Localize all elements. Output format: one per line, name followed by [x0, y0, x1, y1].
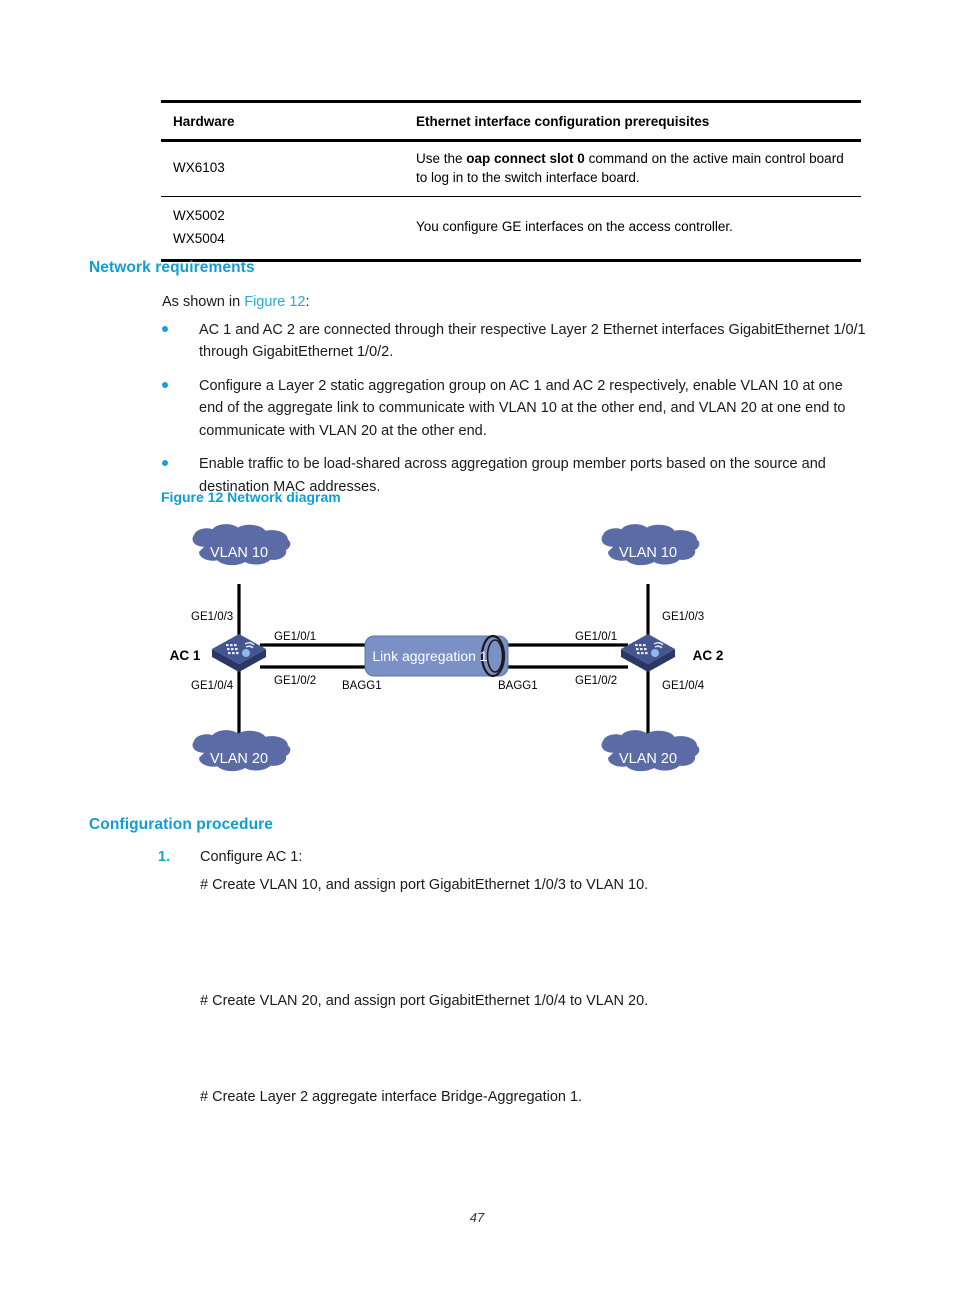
aggregation-label: Link aggregation 1 — [372, 648, 487, 664]
cloud-right-vlan20-label: VLAN 20 — [619, 751, 677, 767]
cloud-left-vlan10-label: VLAN 10 — [210, 545, 268, 561]
figure-caption: Figure 12 Network diagram — [161, 489, 341, 505]
prereq-text-before: Use the — [416, 150, 467, 166]
procedure-note: # Create VLAN 20, and assign port Gigabi… — [200, 993, 649, 1009]
label-left-ge1-0-3: GE1/0/3 — [191, 611, 233, 623]
hardware-prerequisites-table: Hardware Ethernet interface configuratio… — [161, 100, 861, 262]
list-item-text: Configure a Layer 2 static aggregation g… — [199, 377, 846, 439]
label-left-bagg1: BAGG1 — [342, 680, 382, 692]
hardware-model: WX5002 — [173, 207, 225, 223]
label-left-ge1-0-1: GE1/0/1 — [274, 631, 316, 643]
label-right-ge1-0-3: GE1/0/3 — [662, 611, 704, 623]
prereq-command: oap connect slot 0 — [466, 150, 585, 166]
list-item: AC 1 and AC 2 are connected through thei… — [162, 319, 868, 364]
hardware-model: WX6103 — [173, 160, 225, 176]
page-number: 47 — [469, 1210, 485, 1225]
label-right-bagg1: BAGG1 — [498, 680, 538, 692]
intro-line: As shown in Figure 12: — [162, 291, 310, 313]
bullet-dot-icon — [162, 381, 168, 388]
step-number: 1. — [158, 849, 171, 865]
network-diagram: Link aggregation 1 VLAN 10 VLAN 20 VLAN … — [150, 512, 770, 802]
intro-prefix: As shown in — [162, 294, 245, 310]
step-label: Configure AC 1: — [200, 849, 303, 865]
table-row: WX5002 WX5004 You configure GE interface… — [161, 196, 861, 261]
device-label-ac2: AC 2 — [693, 648, 724, 663]
table-cell-hardware: WX5002 WX5004 — [161, 196, 404, 260]
table-cell-prerequisite: Use the oap connect slot 0 command on th… — [404, 140, 861, 196]
figure-cross-reference-link[interactable]: Figure 12 — [244, 294, 305, 310]
list-item: 1. Configure AC 1: — [158, 847, 858, 869]
ac-controller-icon-right — [621, 634, 675, 672]
table-row: WX6103 Use the oap connect slot 0 comman… — [161, 140, 861, 197]
table-header: Hardware Ethernet interface configuratio… — [161, 101, 861, 141]
list-item-text: AC 1 and AC 2 are connected through thei… — [199, 322, 866, 361]
label-left-ge1-0-2: GE1/0/2 — [274, 675, 316, 687]
device-label-ac1: AC 1 — [170, 648, 201, 663]
configuration-procedure-list: 1. Configure AC 1: — [158, 847, 858, 869]
bullet-dot-icon — [162, 460, 168, 467]
list-item: Configure a Layer 2 static aggregation g… — [162, 375, 868, 442]
table-cell-hardware: WX6103 — [161, 140, 404, 196]
section-heading-network-requirements: Network requirements — [89, 259, 255, 276]
bullet-dot-icon — [162, 326, 168, 332]
cloud-right-vlan10-label: VLAN 10 — [619, 545, 677, 561]
ac-controller-icon-left — [212, 634, 266, 672]
procedure-note: # Create Layer 2 aggregate interface Bri… — [200, 1089, 583, 1105]
label-right-ge1-0-2: GE1/0/2 — [575, 675, 617, 687]
section-heading-configuration-procedure: Configuration procedure — [89, 816, 273, 833]
procedure-note: # Create VLAN 10, and assign port Gigabi… — [200, 877, 649, 893]
label-right-ge1-0-1: GE1/0/1 — [575, 631, 617, 643]
intro-suffix: : — [305, 294, 310, 310]
label-left-ge1-0-4: GE1/0/4 — [191, 680, 234, 692]
cloud-left-vlan20-label: VLAN 20 — [210, 751, 268, 767]
network-requirements-list: AC 1 and AC 2 are connected through thei… — [162, 319, 868, 509]
table-cell-prerequisite: You configure GE interfaces on the acces… — [416, 219, 733, 235]
table-header-prerequisites: Ethernet interface configuration prerequ… — [416, 114, 710, 129]
hardware-model: WX5004 — [173, 231, 225, 247]
table-header-hardware: Hardware — [173, 114, 235, 129]
label-right-ge1-0-4: GE1/0/4 — [662, 680, 705, 692]
link-aggregation-cylinder: Link aggregation 1 — [364, 634, 509, 678]
